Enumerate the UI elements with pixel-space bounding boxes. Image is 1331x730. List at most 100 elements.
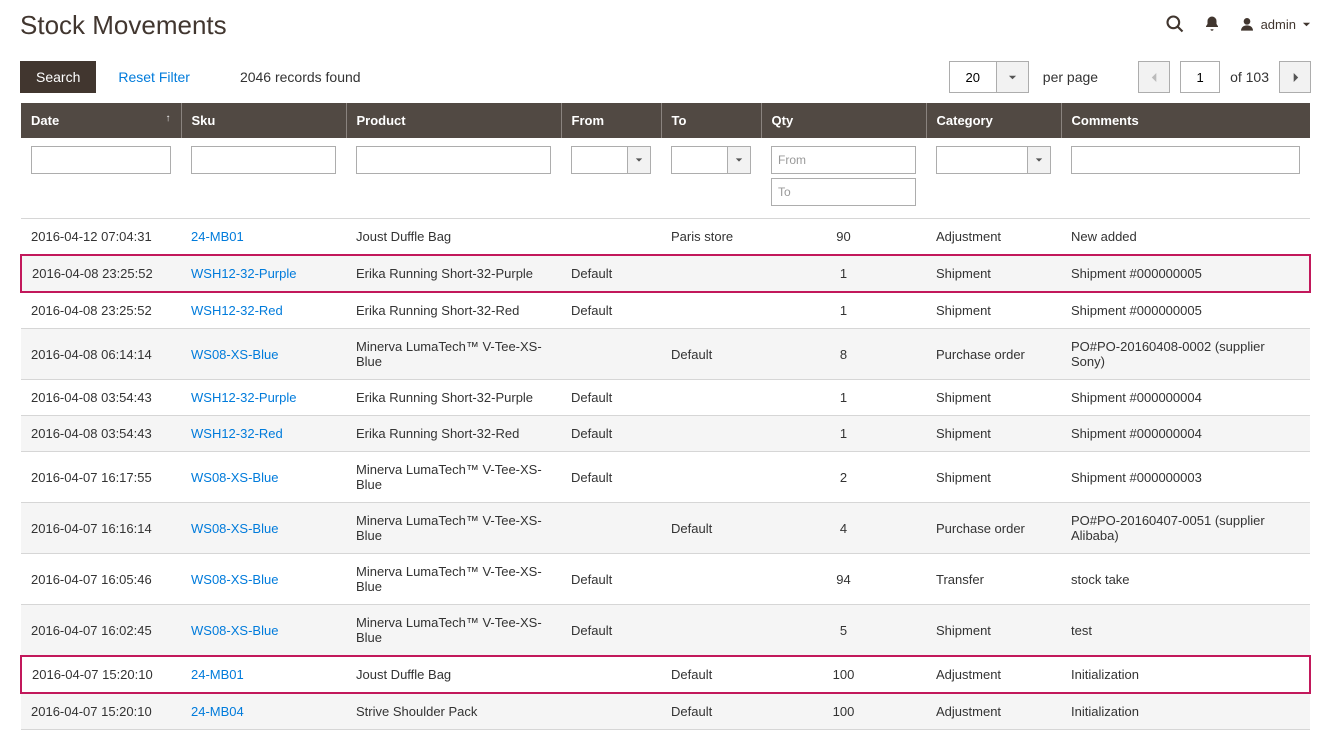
filter-qty-to-input[interactable] — [771, 178, 916, 206]
table-row[interactable]: 2016-04-08 23:25:52WSH12-32-RedErika Run… — [21, 292, 1310, 329]
filter-comments-input[interactable] — [1071, 146, 1300, 174]
cell-category: Shipment — [926, 255, 1061, 292]
cell-date: 2016-04-07 16:02:45 — [21, 605, 181, 657]
chevron-down-icon — [1008, 73, 1017, 82]
sku-link[interactable]: WSH12-32-Purple — [191, 266, 297, 281]
per-page-label: per page — [1043, 69, 1098, 85]
column-header-from[interactable]: From — [561, 103, 661, 138]
cell-qty: 4 — [761, 503, 926, 554]
filter-category-dropdown-button[interactable] — [1027, 146, 1051, 174]
column-header-date[interactable]: Date↑ — [21, 103, 181, 138]
cell-product: Joust Duffle Bag — [346, 219, 561, 256]
sku-link[interactable]: 24-MB04 — [191, 704, 244, 719]
filter-from-dropdown-button[interactable] — [627, 146, 651, 174]
search-icon[interactable] — [1165, 14, 1185, 34]
cell-to: Default — [661, 329, 761, 380]
sku-link[interactable]: WS08-XS-Blue — [191, 623, 278, 638]
cell-date: 2016-04-07 16:05:46 — [21, 554, 181, 605]
sku-link[interactable]: WS08-XS-Blue — [191, 521, 278, 536]
chevron-down-icon — [1035, 156, 1043, 164]
cell-qty: 100 — [761, 693, 926, 730]
sku-link[interactable]: WSH12-32-Red — [191, 426, 283, 441]
per-page-input[interactable] — [949, 61, 997, 93]
cell-from — [561, 656, 661, 693]
cell-comments: stock take — [1061, 554, 1310, 605]
table-row[interactable]: 2016-04-07 16:05:46 WS08-XS-Blue Minerva L… — [21, 554, 1310, 605]
table-row[interactable]: 2016-04-07 16:02:45WS08-XS-BlueMinerva L… — [21, 605, 1310, 657]
column-header-sku[interactable]: Sku — [181, 103, 346, 138]
cell-product: Erika Running Short-32-Purple — [346, 255, 561, 292]
cell-to — [661, 380, 761, 416]
filter-product-input[interactable] — [356, 146, 551, 174]
cell-comments: New added — [1061, 219, 1310, 256]
cell-date: 2016-04-07 15:20:10 — [21, 656, 181, 693]
table-row[interactable]: 2016-04-08 03:54:43WSH12-32-PurpleErika … — [21, 380, 1310, 416]
prev-page-button[interactable] — [1138, 61, 1170, 93]
filter-to-select[interactable] — [671, 146, 727, 174]
notification-bell-icon[interactable] — [1203, 15, 1221, 33]
column-header-to[interactable]: To — [661, 103, 761, 138]
per-page-dropdown-button[interactable] — [997, 61, 1029, 93]
filter-from-select[interactable] — [571, 146, 627, 174]
column-header-qty[interactable]: Qty — [761, 103, 926, 138]
cell-from: Default — [561, 416, 661, 452]
column-header-product[interactable]: Product — [346, 103, 561, 138]
cell-comments: Shipment #000000005 — [1061, 255, 1310, 292]
table-row[interactable]: 2016-04-07 16:17:55WS08-XS-BlueMinerva L… — [21, 452, 1310, 503]
sku-link[interactable]: 24-MB01 — [191, 667, 244, 682]
sku-link[interactable]: WS08-XS-Blue — [191, 347, 278, 362]
cell-category: Shipment — [926, 605, 1061, 657]
cell-qty: 94 — [761, 554, 926, 605]
admin-user-menu[interactable]: admin — [1239, 16, 1311, 32]
sku-link[interactable]: 24-MB01 — [191, 229, 244, 244]
page-number-input[interactable] — [1180, 61, 1220, 93]
cell-from — [561, 693, 661, 730]
cell-date: 2016-04-08 03:54:43 — [21, 416, 181, 452]
page-total-label: of 103 — [1230, 69, 1269, 85]
cell-product: Minerva LumaTech™ V-Tee-XS-Blue — [346, 554, 561, 605]
sku-link[interactable]: WSH12-32-Red — [191, 303, 283, 318]
user-icon — [1239, 16, 1255, 32]
filter-date-input[interactable] — [31, 146, 171, 174]
cell-qty: 2 — [761, 452, 926, 503]
table-row[interactable]: 2016-04-07 16:16:14WS08-XS-BlueMinerva L… — [21, 503, 1310, 554]
cell-qty: 1 — [761, 255, 926, 292]
table-row[interactable]: 2016-04-08 23:25:52WSH12-32-PurpleErika … — [21, 255, 1310, 292]
cell-category: Adjustment — [926, 656, 1061, 693]
table-row[interactable]: 2016-04-12 07:04:3124-MB01Joust Duffle B… — [21, 219, 1310, 256]
next-page-button[interactable] — [1279, 61, 1311, 93]
cell-from — [561, 503, 661, 554]
table-row[interactable]: 2016-04-07 15:20:10 24-MB01 Joust Duffle B… — [21, 656, 1310, 693]
cell-category: Transfer — [926, 554, 1061, 605]
column-header-comments[interactable]: Comments — [1061, 103, 1310, 138]
cell-date: 2016-04-07 16:17:55 — [21, 452, 181, 503]
sku-link[interactable]: WS08-XS-Blue — [191, 572, 278, 587]
sku-link[interactable]: WS08-XS-Blue — [191, 470, 278, 485]
cell-to — [661, 452, 761, 503]
search-button[interactable]: Search — [20, 61, 96, 93]
cell-to: Default — [661, 503, 761, 554]
cell-comments: Initialization — [1061, 656, 1310, 693]
filter-to-dropdown-button[interactable] — [727, 146, 751, 174]
cell-product: Strive Shoulder Pack — [346, 693, 561, 730]
cell-product: Joust Duffle Bag — [346, 656, 561, 693]
chevron-right-icon — [1291, 72, 1300, 83]
cell-product: Minerva LumaTech™ V-Tee-XS-Blue — [346, 329, 561, 380]
cell-from: Default — [561, 452, 661, 503]
stock-movements-table: Date↑ Sku Product From To Qty Category C… — [20, 103, 1311, 730]
reset-filter-link[interactable]: Reset Filter — [118, 69, 190, 85]
page-title: Stock Movements — [20, 10, 227, 41]
table-row[interactable]: 2016-04-08 06:14:14WS08-XS-BlueMinerva L… — [21, 329, 1310, 380]
column-header-category[interactable]: Category — [926, 103, 1061, 138]
cell-qty: 5 — [761, 605, 926, 657]
cell-to — [661, 292, 761, 329]
cell-from: Default — [561, 292, 661, 329]
cell-to — [661, 554, 761, 605]
filter-sku-input[interactable] — [191, 146, 336, 174]
table-row[interactable]: 2016-04-07 15:20:1024-MB04Strive Shoulde… — [21, 693, 1310, 730]
filter-qty-from-input[interactable] — [771, 146, 916, 174]
filter-category-select[interactable] — [936, 146, 1027, 174]
sku-link[interactable]: WSH12-32-Purple — [191, 390, 297, 405]
table-row[interactable]: 2016-04-08 03:54:43 WSH12-32-Red Erika Run… — [21, 416, 1310, 452]
cell-product: Erika Running Short-32-Red — [346, 416, 561, 452]
